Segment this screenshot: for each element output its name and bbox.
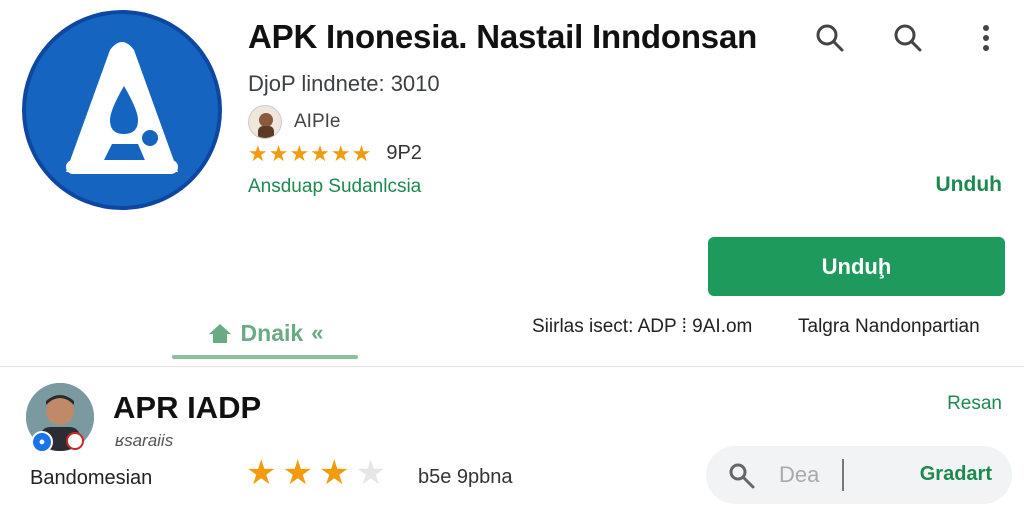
reviewer-location: Bandomesian: [30, 467, 153, 489]
star-empty-icon: ★: [355, 454, 392, 492]
developer-row[interactable]: AIPIe: [248, 104, 340, 140]
more-vert-icon[interactable]: [966, 18, 1006, 58]
search-icon: [729, 463, 755, 489]
search-icon[interactable]: [888, 18, 928, 58]
category-link[interactable]: Ansduap Sudanlcsia: [248, 176, 421, 198]
app-subtitle: DjoP lindnete: 3010: [248, 71, 440, 96]
search-text: Dea: [779, 462, 820, 487]
tab-detail[interactable]: Dnaik «: [172, 306, 358, 360]
install-button[interactable]: Unduḩ: [708, 237, 1005, 296]
home-icon: [208, 324, 231, 343]
app-title: APK Inonesia. Nastail Inndonsan: [248, 18, 758, 55]
download-link[interactable]: Unduh: [936, 173, 1002, 197]
star-filled-icon: ★: [318, 454, 356, 492]
app-icon: [22, 10, 222, 210]
star-filled-icon: ★: [282, 454, 319, 492]
review-stars: ★★★★: [246, 456, 392, 490]
rating-count: 9P2: [386, 142, 422, 164]
developer-avatar: [248, 105, 282, 139]
status-badge-icon: [66, 432, 84, 450]
divider: [0, 366, 1024, 367]
reviewer-subtitle: ʁsaraiis: [115, 431, 174, 450]
search-bar[interactable]: Dea Gradart: [706, 446, 1012, 504]
reviewer-name: APR IADP: [113, 390, 262, 425]
verified-badge-icon: ●: [31, 431, 53, 453]
header-actions: [810, 18, 1006, 58]
tab-detail-label: Dnaik: [240, 319, 304, 346]
search-action-button[interactable]: Gradart: [920, 463, 992, 486]
review-count: b5e 9pbna: [418, 466, 513, 488]
tab-info-left[interactable]: Siirlas isect: ADP ⁞ 9AI.om: [532, 316, 752, 338]
text-cursor: [842, 459, 844, 491]
star-filled-icon: ★: [246, 454, 283, 492]
search-icon[interactable]: [810, 18, 850, 58]
rating-stars: ★★★★★★: [248, 140, 373, 166]
tab-info-right[interactable]: Talgra Nandonpartian: [798, 316, 980, 338]
review-link[interactable]: Resan: [947, 393, 1002, 415]
tab-indicator: [172, 355, 358, 359]
apk-logo-icon: [66, 42, 178, 174]
developer-name: AIPIe: [294, 111, 341, 132]
rating-row: ★★★★★★ 9P2: [248, 142, 422, 165]
chevron-left-icon: «: [311, 320, 324, 345]
